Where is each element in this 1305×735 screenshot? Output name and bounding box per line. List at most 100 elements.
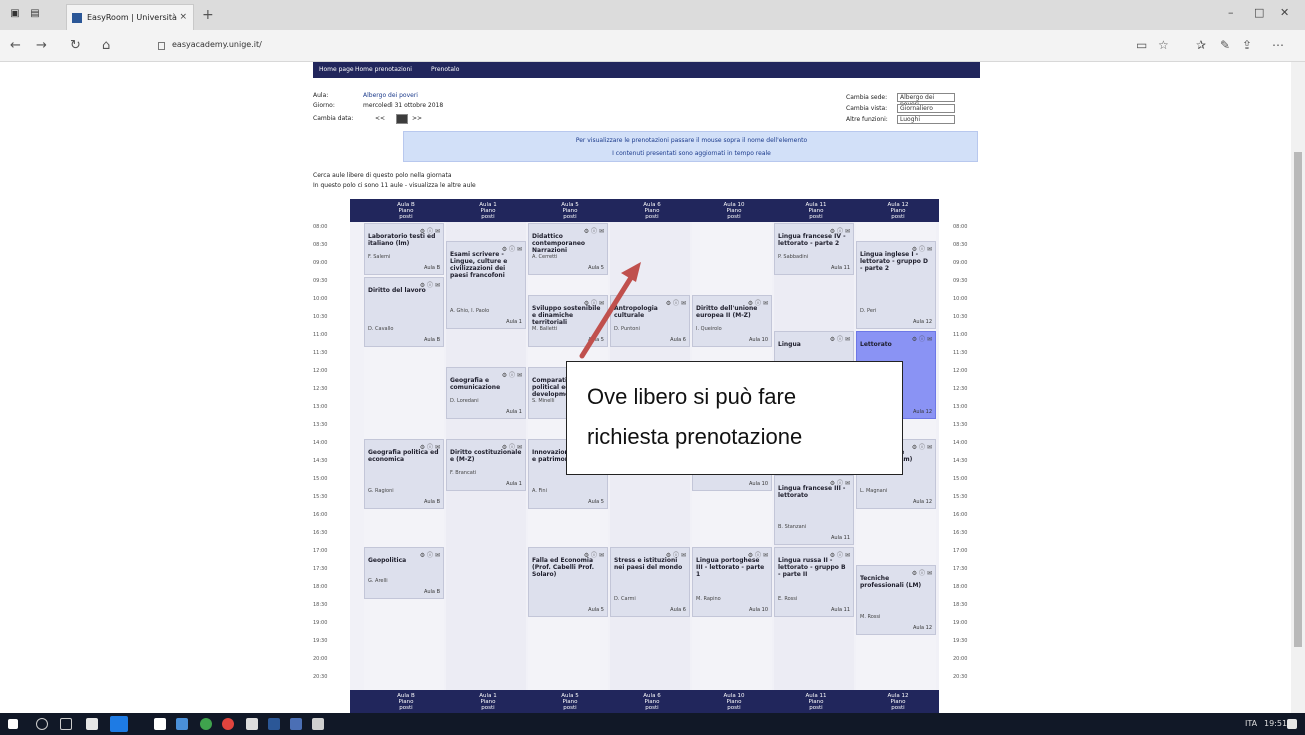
prev-day-link[interactable]: << [375, 115, 385, 122]
cambia-vista-select[interactable]: Giornaliero [897, 104, 955, 113]
app2-icon[interactable] [290, 718, 302, 730]
booking-event[interactable]: ⚙ ⓘ ✉ Lingua russa II - lettorato - grupp… [774, 547, 854, 617]
search-icon[interactable] [36, 718, 48, 730]
favorite-star-icon[interactable]: ☆ [1158, 38, 1169, 52]
app3-icon[interactable] [312, 718, 324, 730]
minimize-button[interactable]: – [1228, 6, 1234, 19]
time-label: 18:00 [953, 584, 968, 590]
column-header[interactable]: Aula 10 Piano posti [692, 693, 776, 711]
booking-event[interactable]: ⚙ ⓘ ✉ Falla ed Economia (Prof. Cabelli Pr… [528, 547, 608, 617]
clock[interactable]: 19:51 [1264, 719, 1287, 728]
booking-event[interactable]: ⚙ ⓘ ✉ Lingua inglese I - lettorato - grup… [856, 241, 936, 329]
column-header[interactable]: Aula 6 Piano posti [610, 202, 694, 220]
next-day-link[interactable]: >> [412, 115, 422, 122]
column-header[interactable]: Aula 1 Piano posti [446, 693, 530, 711]
tab-actions-icon[interactable]: ▣ [8, 8, 22, 20]
home-button[interactable]: ⌂ [102, 38, 110, 53]
rooms-count-note[interactable]: In questo polo ci sono 11 aule - visuali… [313, 182, 476, 189]
site-top-nav: Home page Home prenotazioni Prenotalo [313, 62, 980, 78]
annotation-callout: Ove libero si può fare richiesta prenota… [566, 361, 903, 475]
web-note-icon[interactable]: ✎ [1220, 38, 1230, 52]
column-header[interactable]: Aula 6 Piano posti [610, 693, 694, 711]
column-header-cap: posti [891, 705, 905, 711]
cambia-data-label: Cambia data: [313, 115, 354, 122]
column-header[interactable]: Aula 11 Piano posti [774, 693, 858, 711]
booking-event[interactable]: ⚙ ⓘ ✉ Geografia politica ed economica G. R… [364, 439, 444, 509]
time-label: 10:00 [313, 296, 328, 302]
share-icon[interactable]: ⇪ [1242, 38, 1252, 52]
scrollbar-thumb[interactable] [1294, 152, 1302, 647]
tab-preview-icon[interactable]: ▤ [28, 8, 42, 20]
event-room: Aula 11 [831, 607, 850, 613]
column-header[interactable]: Aula 1 Piano posti [446, 202, 530, 220]
close-window-button[interactable]: ✕ [1280, 6, 1289, 19]
store-icon[interactable] [154, 718, 166, 730]
column-header[interactable]: Aula 5 Piano posti [528, 693, 612, 711]
mail-icon[interactable] [176, 718, 188, 730]
booking-event[interactable]: ⚙ ⓘ ✉ Geografia e comunicazione D. Loredan… [446, 367, 526, 419]
column-header[interactable]: Aula B Piano posti [364, 202, 448, 220]
maximize-button[interactable]: □ [1254, 6, 1264, 19]
event-professor: M. Balletti [532, 326, 558, 332]
column-header[interactable]: Aula 12 Piano posti [856, 202, 940, 220]
booking-event[interactable]: ⚙ ⓘ ✉ Geopolitica G. Arelli Aula B [364, 547, 444, 599]
time-label: 15:30 [953, 494, 968, 500]
file-explorer-icon[interactable] [86, 718, 98, 730]
chrome-icon[interactable] [200, 718, 212, 730]
booking-event[interactable]: ⚙ ⓘ ✉ Stress e istituzioni nei paesi del … [610, 547, 690, 617]
booking-event[interactable]: ⚙ ⓘ ✉ Antropologia culturale D. Puntoni Aul… [610, 295, 690, 347]
column-header[interactable]: Aula 5 Piano posti [528, 202, 612, 220]
booking-event[interactable]: ⚙ ⓘ ✉ Diritto del lavoro D. Cavallo Aula B [364, 277, 444, 347]
edge-icon[interactable] [110, 716, 128, 732]
column-header[interactable]: Aula 11 Piano posti [774, 202, 858, 220]
favorites-hub-icon[interactable]: ✰ [1196, 38, 1206, 52]
forward-button[interactable]: → [36, 38, 47, 53]
tab-close-icon[interactable]: × [179, 12, 187, 22]
time-label: 09:30 [953, 278, 968, 284]
time-label: 17:00 [953, 548, 968, 554]
booking-event[interactable]: ⚙ ⓘ ✉ Tecniche professionali (LM) M. Rossi… [856, 565, 936, 635]
reading-view-icon[interactable]: ▭ [1136, 38, 1147, 52]
notifications-icon[interactable] [1287, 719, 1297, 729]
event-professor: A. Fini [532, 488, 547, 494]
column-header[interactable]: Aula B Piano posti [364, 693, 448, 711]
booking-event[interactable]: ⚙ ⓘ ✉ Lingua francese IV - lettorato - pa… [774, 223, 854, 275]
app-icon[interactable] [246, 718, 258, 730]
column-header-cap: posti [809, 705, 823, 711]
column-header[interactable]: Aula 12 Piano posti [856, 693, 940, 711]
event-title: Lingua francese III - lettorato [778, 485, 846, 499]
event-professor: D. Loredani [450, 398, 479, 404]
booking-event[interactable]: ⚙ ⓘ ✉ Didattico contemporaneo Narrazioni A… [528, 223, 608, 275]
word-icon[interactable] [268, 718, 280, 730]
booking-event[interactable]: ⚙ ⓘ ✉ Laboratorio testi ed italiano (lm) F… [364, 223, 444, 275]
start-icon[interactable] [8, 719, 18, 729]
altre-funzioni-select[interactable]: Luoghi [897, 115, 955, 124]
event-room: Aula 12 [913, 319, 932, 325]
nav-prenotalo-link[interactable]: Prenotalo [431, 66, 459, 73]
refresh-button[interactable]: ↻ [70, 38, 81, 53]
language-indicator[interactable]: ITA [1245, 719, 1257, 728]
calendar-icon[interactable] [396, 114, 408, 124]
back-button[interactable]: ← [10, 38, 21, 53]
booking-event[interactable]: ⚙ ⓘ ✉ Lingua francese III - lettorato B. S… [774, 475, 854, 545]
booking-event[interactable]: ⚙ ⓘ ✉ Esami scrivere - Lingue, culture e … [446, 241, 526, 329]
free-rooms-link[interactable]: Cerca aule libere di questo polo nella g… [313, 172, 452, 179]
nav-prenotazioni-link[interactable]: Home prenotazioni [355, 66, 412, 73]
address-bar[interactable]: easyacademy.unige.it/ [152, 37, 1102, 55]
booking-event[interactable]: ⚙ ⓘ ✉ Sviluppo sostenibile e dinamiche te… [528, 295, 608, 347]
cambia-sede-select[interactable]: Albergo dei poveri [897, 93, 955, 108]
page-scrollbar[interactable] [1291, 62, 1305, 713]
event-professor: D. Peri [860, 308, 877, 314]
event-title: Esami scrivere - Lingue, culture e civil… [450, 251, 508, 279]
booking-event[interactable]: ⚙ ⓘ ✉ Lingua portoghese III - lettorato -… [692, 547, 772, 617]
new-tab-button[interactable]: + [202, 7, 214, 23]
booking-event[interactable]: ⚙ ⓘ ✉ Diritto costituzionale e (M-Z) F. Br… [446, 439, 526, 491]
column-header[interactable]: Aula 10 Piano posti [692, 202, 776, 220]
browser-tab[interactable]: EasyRoom | Università × [66, 4, 194, 30]
opera-icon[interactable] [222, 718, 234, 730]
more-icon[interactable]: ⋯ [1272, 38, 1284, 52]
nav-home-link[interactable]: Home page [319, 66, 354, 73]
booking-event[interactable]: ⚙ ⓘ ✉ Diritto dell'unione europea II (M-Z… [692, 295, 772, 347]
task-view-icon[interactable] [60, 718, 72, 730]
time-label: 09:30 [313, 278, 328, 284]
